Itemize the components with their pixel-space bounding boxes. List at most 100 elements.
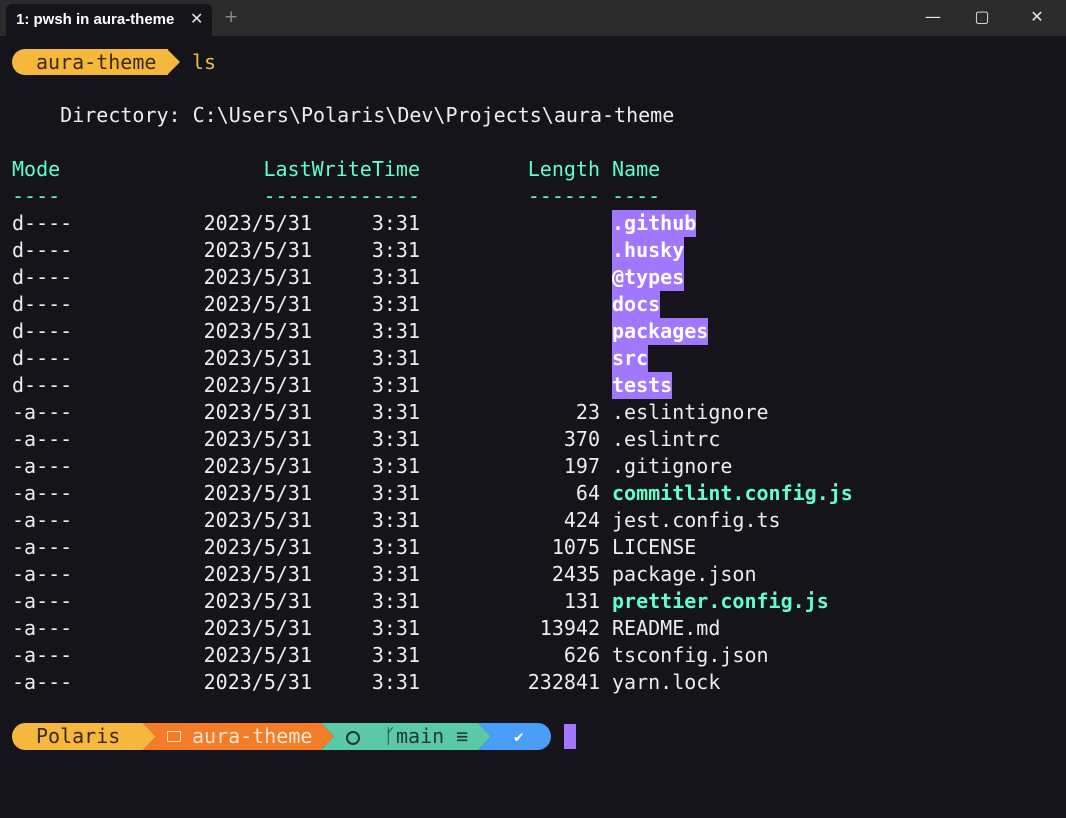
row-date: 2023/5/31 — [203, 589, 312, 613]
row-length: 23 — [575, 400, 600, 424]
row-name: LICENSE — [612, 535, 697, 559]
row-mode: -a--- — [12, 427, 73, 451]
row-date: 2023/5/31 — [203, 373, 312, 397]
row-date: 2023/5/31 — [203, 562, 312, 586]
row-time: 3:31 — [371, 508, 420, 532]
row-time: 3:31 — [371, 535, 420, 559]
row-time: 3:31 — [371, 211, 420, 235]
row-date: 2023/5/31 — [203, 643, 312, 667]
row-time: 3:31 — [371, 319, 420, 343]
row-time: 3:31 — [371, 562, 420, 586]
row-name: docs — [612, 291, 661, 318]
close-icon: ✕ — [1030, 7, 1044, 26]
row-date: 2023/5/31 — [203, 238, 312, 262]
row-name: @types — [612, 264, 685, 291]
row-mode: -a--- — [12, 643, 73, 667]
row-time: 3:31 — [371, 427, 420, 451]
row-date: 2023/5/31 — [203, 535, 312, 559]
row-mode: d---- — [12, 238, 73, 262]
row-time: 3:31 — [371, 292, 420, 316]
row-time: 3:31 — [371, 238, 420, 262]
row-mode: d---- — [12, 211, 73, 235]
row-mode: -a--- — [12, 589, 73, 613]
row-time: 3:31 — [371, 643, 420, 667]
row-time: 3:31 — [371, 616, 420, 640]
maximize-button[interactable]: ▢ — [959, 0, 1005, 36]
row-mode: -a--- — [12, 562, 73, 586]
table-row: -a--- 2023/5/31 3:31 23 .eslintignore — [0, 399, 1066, 426]
table-row: d---- 2023/5/31 3:31 @types — [0, 264, 1066, 291]
row-name: .github — [612, 210, 697, 237]
git-branch: main — [396, 724, 445, 748]
row-mode: -a--- — [12, 535, 73, 559]
row-name: .gitignore — [612, 454, 733, 478]
window-close-button[interactable]: ✕ — [1014, 0, 1060, 36]
row-mode: d---- — [12, 373, 73, 397]
row-length: 1075 — [551, 535, 600, 559]
row-name: packages — [612, 318, 709, 345]
command-text: ls — [192, 50, 217, 74]
minimize-button[interactable]: — — [910, 0, 956, 36]
prompt-folder: aura-theme — [36, 50, 157, 74]
tab-pwsh[interactable]: 1: pwsh in aura-theme ✕ — [6, 4, 212, 36]
row-length: 2435 — [551, 562, 600, 586]
table-row: d---- 2023/5/31 3:31 .github — [0, 210, 1066, 237]
equals-icon: ≡ — [456, 724, 469, 748]
header-name: Name — [612, 157, 661, 181]
table-header: Mode LastWriteTime Length Name — [0, 156, 1066, 183]
row-name: src — [612, 345, 649, 372]
check-icon: ✔ — [514, 727, 524, 746]
table-row: -a--- 2023/5/31 3:31 2435 package.json — [0, 561, 1066, 588]
row-date: 2023/5/31 — [203, 400, 312, 424]
row-time: 3:31 — [371, 400, 420, 424]
github-icon — [346, 731, 360, 745]
row-date: 2023/5/31 — [203, 292, 312, 316]
row-date: 2023/5/31 — [203, 427, 312, 451]
row-date: 2023/5/31 — [203, 319, 312, 343]
row-length: 626 — [563, 643, 600, 667]
row-date: 2023/5/31 — [203, 670, 312, 694]
row-time: 3:31 — [371, 481, 420, 505]
table-row: -a--- 2023/5/31 3:31 131 prettier.config.js — [0, 588, 1066, 615]
row-mode: -a--- — [12, 616, 73, 640]
table-row: -a--- 2023/5/31 3:31 197 .gitignore — [0, 453, 1066, 480]
table-row: d---- 2023/5/31 3:31 docs — [0, 291, 1066, 318]
row-date: 2023/5/31 — [203, 616, 312, 640]
tab-title: 1: pwsh in aura-theme — [16, 11, 175, 28]
row-length: 64 — [575, 481, 600, 505]
terminal-cursor — [564, 724, 576, 749]
row-length: 424 — [563, 508, 600, 532]
row-name: package.json — [612, 562, 757, 586]
row-mode: d---- — [12, 265, 73, 289]
row-date: 2023/5/31 — [203, 454, 312, 478]
row-mode: -a--- — [12, 400, 73, 424]
row-mode: d---- — [12, 346, 73, 370]
header-length: Length — [527, 157, 600, 181]
row-length: 370 — [563, 427, 600, 451]
row-date: 2023/5/31 — [203, 481, 312, 505]
row-name: yarn.lock — [612, 670, 721, 694]
row-time: 3:31 — [371, 346, 420, 370]
header-mode: Mode — [12, 157, 61, 181]
row-name: tsconfig.json — [612, 643, 769, 667]
row-name: README.md — [612, 616, 721, 640]
row-name: .eslintrc — [612, 427, 721, 451]
row-mode: d---- — [12, 319, 73, 343]
row-name: prettier.config.js — [612, 589, 829, 613]
table-underline: ---- ------------- ------ ---- — [12, 184, 661, 208]
prompt-user: Polaris — [36, 724, 121, 748]
row-name: tests — [612, 372, 673, 399]
table-row: -a--- 2023/5/31 3:31 626 tsconfig.json — [0, 642, 1066, 669]
table-row: d---- 2023/5/31 3:31 tests — [0, 372, 1066, 399]
row-mode: -a--- — [12, 670, 73, 694]
row-date: 2023/5/31 — [203, 265, 312, 289]
minimize-icon: — — [925, 7, 941, 26]
folder-icon — [167, 731, 181, 742]
row-date: 2023/5/31 — [203, 508, 312, 532]
table-row: -a--- 2023/5/31 3:31 1075 LICENSE — [0, 534, 1066, 561]
row-mode: -a--- — [12, 508, 73, 532]
close-icon[interactable]: ✕ — [190, 9, 203, 28]
plus-icon[interactable]: + — [224, 7, 238, 27]
row-mode: -a--- — [12, 454, 73, 478]
table-row: d---- 2023/5/31 3:31 packages — [0, 318, 1066, 345]
